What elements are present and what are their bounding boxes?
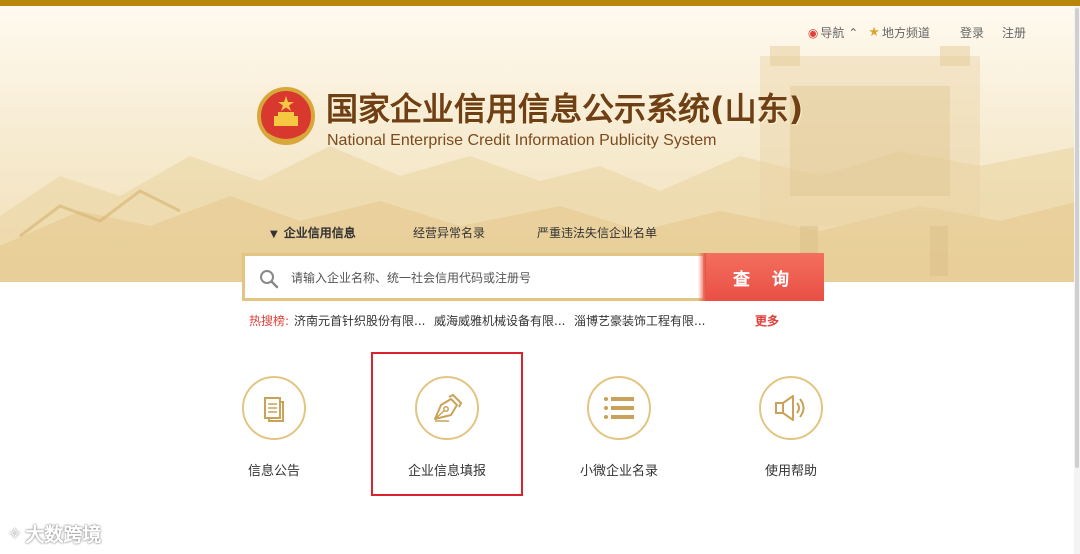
page-subtitle: National Enterprise Credit Information P…	[327, 132, 717, 149]
hot-search-label: 热搜榜:	[249, 314, 290, 328]
search-icon	[260, 270, 279, 289]
hot-search-bar: 热搜榜: 济南元首针织股份有限... 威海威雅机械设备有限... 淄博艺豪装饰工…	[249, 312, 779, 329]
chevron-up-icon: ⌃	[844, 25, 859, 40]
tab-enterprise-credit[interactable]: ▼ 企业信用信息	[270, 224, 356, 241]
hot-search-item[interactable]: 济南元首针织股份有限...	[294, 312, 425, 329]
service-label: 信息公告	[247, 464, 300, 479]
caret-down-icon: ▼	[270, 229, 278, 240]
service-help[interactable]: 使用帮助	[731, 376, 851, 479]
list-icon	[604, 397, 634, 419]
hot-search-item[interactable]: 淄博艺豪装饰工程有限...	[574, 312, 705, 329]
service-info-notice[interactable]: 信息公告	[214, 376, 334, 479]
top-navigation: ◉ 导航 ⌃ ★ 地方频道 登录 注册	[804, 24, 1026, 41]
page-title: 国家企业信用信息公示系统(山东)	[326, 90, 804, 128]
star-icon: ★	[868, 25, 880, 40]
nav-menu[interactable]: ◉ 导航 ⌃	[808, 24, 858, 41]
speaker-icon	[775, 395, 805, 421]
search-input[interactable]	[289, 264, 693, 292]
service-icon-circle	[242, 376, 306, 440]
tab-serious-violation-list[interactable]: 严重违法失信企业名单	[537, 224, 657, 241]
search-button[interactable]: 查 询	[698, 253, 824, 301]
service-icon-circle	[587, 376, 651, 440]
watermark: ✧ 大数跨境	[8, 520, 101, 547]
service-icon-circle	[759, 376, 823, 440]
scrollbar-thumb[interactable]	[1075, 8, 1079, 468]
highlight-box	[371, 352, 523, 496]
more-link[interactable]: 更多	[755, 312, 779, 329]
vertical-scrollbar[interactable]	[1074, 6, 1080, 554]
login-link[interactable]: 登录	[960, 24, 984, 41]
service-label: 使用帮助	[764, 464, 817, 479]
local-channel-label: 地方频道	[881, 26, 930, 40]
register-link[interactable]: 注册	[1002, 24, 1026, 41]
national-emblem-logo	[257, 87, 315, 145]
watermark-logo-icon: ✧	[8, 524, 22, 543]
local-channel-link[interactable]: ★ 地方频道	[862, 24, 930, 41]
location-pin-icon: ◉	[807, 25, 819, 40]
tab-label: 企业信用信息	[283, 226, 356, 240]
service-small-micro-enterprise-list[interactable]: 小微企业名录	[559, 376, 679, 479]
document-icon	[264, 397, 284, 422]
watermark-text: 大数跨境	[25, 524, 102, 546]
tab-abnormal-list[interactable]: 经营异常名录	[413, 224, 485, 241]
nav-label: 导航	[820, 26, 845, 40]
service-label: 小微企业名录	[579, 464, 658, 479]
search-box	[242, 253, 706, 301]
hot-search-item[interactable]: 威海威雅机械设备有限...	[434, 312, 565, 329]
